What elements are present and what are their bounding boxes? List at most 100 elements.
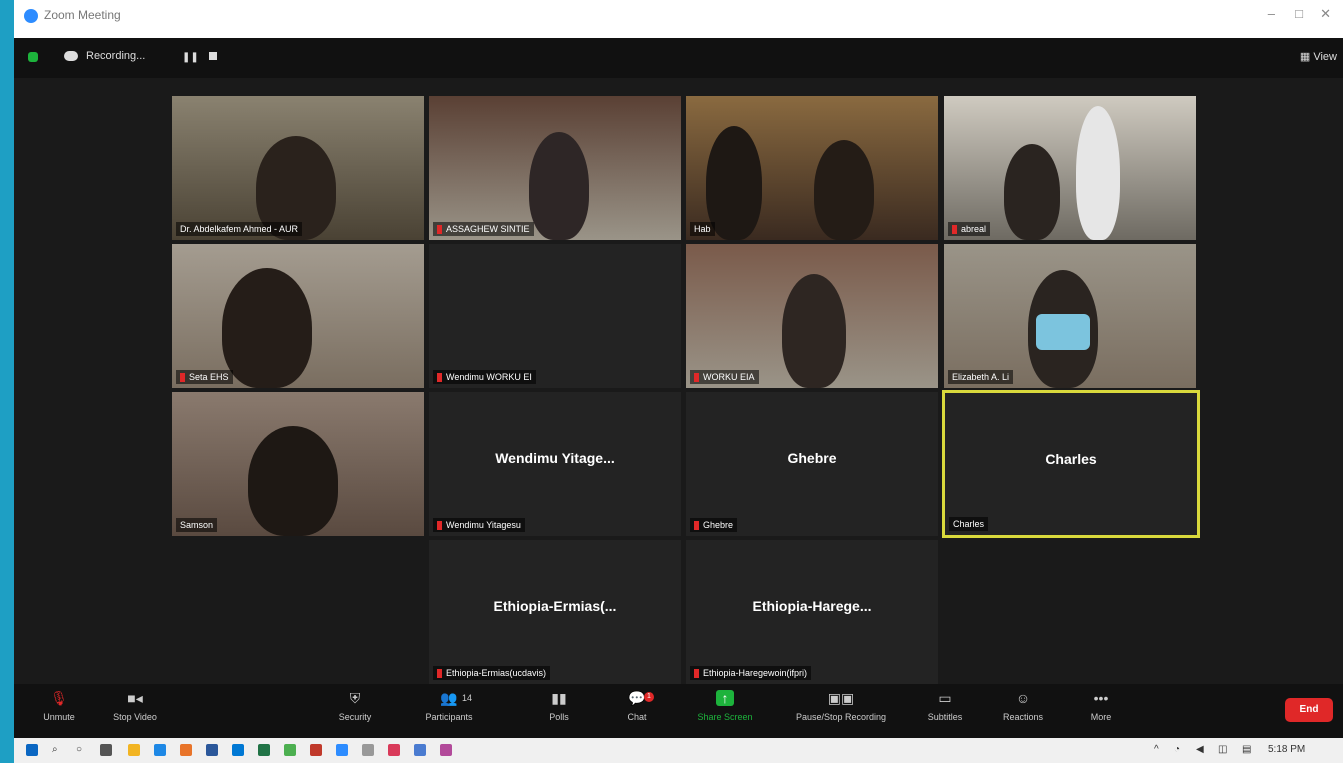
chrome-icon[interactable] bbox=[284, 744, 296, 756]
file-explorer-icon[interactable] bbox=[128, 744, 140, 756]
language-icon[interactable]: ◫ bbox=[1218, 744, 1227, 755]
stop-video-button[interactable]: ■◂ Stop Video bbox=[94, 690, 176, 722]
participant-tile[interactable]: Seta EHS bbox=[172, 244, 424, 388]
participant-name-tag: Wendimu Yitagesu bbox=[433, 517, 525, 532]
participant-tile[interactable]: Ethiopia-Ermias(... Ethiopia-Ermias(ucda… bbox=[429, 540, 681, 684]
polls-label: Polls bbox=[549, 712, 569, 722]
word-icon[interactable] bbox=[206, 744, 218, 756]
app-icon[interactable] bbox=[362, 744, 374, 756]
participant-display-name: Ghebre bbox=[787, 450, 837, 466]
active-speaker-tile[interactable]: Charles Charles bbox=[942, 390, 1200, 538]
cloud-recording-icon bbox=[64, 51, 78, 61]
more-dots-icon: ••• bbox=[1093, 690, 1109, 706]
subtitles-button[interactable]: ▭ Subtitles bbox=[904, 690, 986, 722]
maximize-icon[interactable]: □ bbox=[1295, 6, 1303, 21]
app-icon[interactable] bbox=[414, 744, 426, 756]
participant-name-tag: Ghebre bbox=[690, 517, 738, 532]
chat-unread-badge: 1 bbox=[644, 692, 654, 702]
app-icon[interactable] bbox=[440, 744, 452, 756]
participant-tile[interactable]: WORKU EIA bbox=[686, 244, 938, 388]
pause-recording-icon[interactable]: ❚❚ bbox=[182, 52, 199, 63]
tray-chevron-icon[interactable]: ^ bbox=[1154, 744, 1159, 755]
participant-tile[interactable]: ASSAGHEW SINTIE bbox=[429, 96, 681, 240]
muted-microphone-icon: 🎙 bbox=[50, 690, 68, 706]
reactions-label: Reactions bbox=[1002, 712, 1044, 722]
participant-tile[interactable]: Wendimu WORKU EI bbox=[429, 244, 681, 388]
search-icon[interactable]: ⌕ bbox=[52, 744, 58, 755]
volume-icon[interactable]: ◀ bbox=[1196, 744, 1204, 755]
outlook-icon[interactable] bbox=[232, 744, 244, 756]
polls-bar-chart-icon: ▮▮ bbox=[551, 690, 567, 706]
participant-tile[interactable]: Wendimu Yitage... Wendimu Yitagesu bbox=[429, 392, 681, 536]
muted-mic-icon bbox=[952, 225, 957, 234]
task-view-icon[interactable] bbox=[100, 744, 112, 756]
participant-figure bbox=[814, 140, 874, 240]
participant-figure bbox=[1004, 144, 1060, 240]
muted-mic-icon bbox=[437, 225, 442, 234]
view-button[interactable]: ▦ View bbox=[1300, 50, 1337, 63]
app-icon[interactable] bbox=[154, 744, 166, 756]
video-camera-icon: ■◂ bbox=[127, 690, 143, 706]
share-screen-arrow-icon: ↑ bbox=[716, 690, 734, 706]
excel-icon[interactable] bbox=[258, 744, 270, 756]
participant-figure bbox=[529, 132, 589, 240]
app-icon[interactable] bbox=[180, 744, 192, 756]
participant-display-name: Charles bbox=[1045, 451, 1097, 467]
participant-tile[interactable]: abreal bbox=[944, 96, 1196, 240]
share-screen-button[interactable]: ↑ Share Screen bbox=[684, 690, 766, 722]
chat-button[interactable]: 💬 1 Chat bbox=[596, 690, 678, 722]
participants-button[interactable]: 👥 14 Participants bbox=[408, 690, 490, 722]
participant-name-tag: Ethiopia-Haregewoin(ifpri) bbox=[690, 665, 812, 680]
participant-name-tag: Wendimu WORKU EI bbox=[433, 369, 536, 384]
participants-label: Participants bbox=[425, 712, 473, 722]
participant-name-tag: Seta EHS bbox=[176, 369, 233, 384]
polls-button[interactable]: ▮▮ Polls bbox=[518, 690, 600, 722]
muted-mic-icon bbox=[694, 669, 699, 678]
participant-figure bbox=[248, 426, 338, 536]
participant-name-tag: WORKU EIA bbox=[690, 369, 759, 384]
unmute-button[interactable]: 🎙 Unmute bbox=[18, 690, 100, 722]
close-icon[interactable]: ✕ bbox=[1320, 6, 1331, 22]
participants-count: 14 bbox=[462, 693, 473, 703]
participant-tile[interactable]: Samson bbox=[172, 392, 424, 536]
participant-display-name: Ethiopia-Ermias(... bbox=[493, 598, 617, 614]
end-meeting-button[interactable]: End bbox=[1285, 698, 1333, 722]
cortana-icon[interactable]: ○ bbox=[76, 744, 82, 755]
chat-label: Chat bbox=[627, 712, 647, 722]
app-icon[interactable] bbox=[388, 744, 400, 756]
participant-tile[interactable]: Elizabeth A. Li bbox=[944, 244, 1196, 388]
face-mask bbox=[1036, 314, 1090, 350]
notification-icon[interactable]: ▤ bbox=[1242, 744, 1251, 755]
muted-mic-icon bbox=[437, 521, 442, 530]
muted-mic-icon bbox=[437, 373, 442, 382]
windows-start-icon[interactable] bbox=[26, 744, 38, 756]
muted-mic-icon bbox=[694, 373, 699, 382]
security-button[interactable]: ⛨ Security bbox=[314, 690, 396, 722]
clock[interactable]: 5:18 PM bbox=[1268, 744, 1305, 755]
more-button[interactable]: ••• More bbox=[1060, 690, 1142, 722]
reactions-button[interactable]: ☺ Reactions bbox=[982, 690, 1064, 722]
zoom-taskbar-icon[interactable] bbox=[336, 744, 348, 756]
participant-name-tag: Elizabeth A. Li bbox=[948, 370, 1014, 384]
participant-display-name: Ethiopia-Harege... bbox=[752, 598, 872, 614]
participant-name-tag: Charles bbox=[949, 517, 989, 531]
title-bar: Zoom Meeting – □ ✕ bbox=[14, 0, 1343, 38]
pause-stop-recording-button[interactable]: ▣▣ Pause/Stop Recording bbox=[786, 690, 896, 722]
video-feed bbox=[944, 96, 1196, 240]
security-shield-icon[interactable] bbox=[28, 52, 38, 62]
app-icon[interactable] bbox=[310, 744, 322, 756]
participant-display-name: Wendimu Yitage... bbox=[495, 450, 615, 466]
meeting-top-bar: Recording... ❚❚ ▦ View bbox=[14, 38, 1343, 78]
participant-tile[interactable]: Hab bbox=[686, 96, 938, 240]
unmute-label: Unmute bbox=[43, 712, 75, 722]
stop-video-label: Stop Video bbox=[113, 712, 157, 722]
stop-recording-icon[interactable] bbox=[209, 52, 217, 60]
participant-name-tag: Ethiopia-Ermias(ucdavis) bbox=[433, 665, 551, 680]
participant-tile[interactable]: Dr. Abdelkafem Ahmed - AUR bbox=[172, 96, 424, 240]
network-icon[interactable]: ◔ bbox=[1174, 744, 1180, 755]
participant-tile[interactable]: Ethiopia-Harege... Ethiopia-Haregewoin(i… bbox=[686, 540, 938, 684]
window-title: Zoom Meeting bbox=[44, 8, 121, 22]
minimize-icon[interactable]: – bbox=[1268, 6, 1275, 21]
participant-tile[interactable]: Ghebre Ghebre bbox=[686, 392, 938, 536]
subtitles-cc-icon: ▭ bbox=[938, 690, 952, 706]
